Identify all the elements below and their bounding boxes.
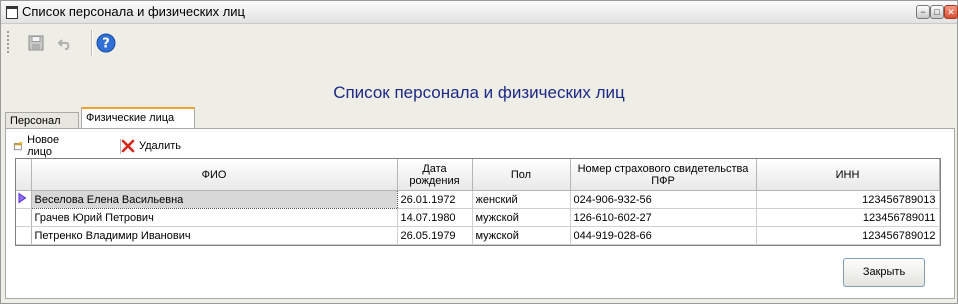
title-bar[interactable]: Список персонала и физических лиц − □ ✕ [1,1,958,24]
cell-dob[interactable]: 26.05.1979 [397,226,473,245]
cell-sex[interactable]: мужской [472,208,571,227]
tab-individuals[interactable]: Физические лица [81,107,195,130]
cell-pfr[interactable]: 044-919-028-66 [570,226,757,245]
window-title: Список персонала и физических лиц [22,4,245,19]
help-button[interactable]: ? [95,32,117,54]
row-header-corner [16,159,32,191]
table-row[interactable]: Грачев Юрий Петрович 14.07.1980 мужской … [16,208,940,227]
new-document-icon [13,141,23,151]
toolbar-separator [91,30,93,56]
individuals-table[interactable]: ФИО Дата рождения Пол Номер страхового с… [15,158,941,246]
delete-label: Удалить [139,140,181,152]
tab-personnel-label: Персонал [10,115,61,127]
cell-fio[interactable]: Грачев Юрий Петрович [31,208,398,227]
cell-inn[interactable]: 123456789013 [756,190,940,209]
cell-pfr[interactable]: 024-906-932-56 [570,190,757,209]
cell-sex[interactable]: женский [472,190,571,209]
row-selector[interactable] [16,226,32,245]
column-header-fio[interactable]: ФИО [31,159,398,191]
cell-fio[interactable]: Петренко Владимир Иванович [31,226,398,245]
row-selector[interactable] [16,190,32,209]
close-window-button[interactable]: ✕ [944,5,958,19]
new-person-label: Новое лицо [27,134,60,158]
cell-inn[interactable]: 123456789012 [756,226,940,245]
tab-personnel[interactable]: Персонал [5,112,79,129]
table-header-row: ФИО Дата рождения Пол Номер страхового с… [16,159,940,191]
delete-x-icon [121,139,135,153]
toolbar-grip[interactable] [7,31,9,55]
table-row[interactable]: Веселова Елена Васильевна 26.01.1972 жен… [16,190,940,209]
window-icon [6,6,18,19]
close-button[interactable]: Закрыть [843,258,925,287]
save-button[interactable] [25,32,47,54]
table-row[interactable]: Петренко Владимир Иванович 26.05.1979 му… [16,226,940,245]
main-window: Список персонала и физических лиц − □ ✕ … [0,0,958,304]
undo-button[interactable] [54,32,76,54]
cell-dob[interactable]: 26.01.1972 [397,190,473,209]
cell-sex[interactable]: мужской [472,226,571,245]
cell-inn[interactable]: 123456789011 [756,208,940,227]
page-title: Список персонала и физических лиц [333,83,625,102]
save-icon [28,35,44,51]
column-header-inn[interactable]: ИНН [756,159,940,191]
column-header-pfr[interactable]: Номер страхового свидетельства ПФР [570,159,757,191]
cell-pfr[interactable]: 126-610-602-27 [570,208,757,227]
maximize-button[interactable]: □ [930,5,944,19]
cell-dob[interactable]: 14.07.1980 [397,208,473,227]
svg-text:?: ? [102,37,110,52]
cell-fio[interactable]: Веселова Елена Васильевна [30,190,398,209]
column-header-sex[interactable]: Пол [472,159,571,191]
current-row-pointer-icon [18,192,27,204]
column-header-dob[interactable]: Дата рождения [397,159,473,191]
tab-individuals-label: Физические лица [86,112,175,124]
help-icon: ? [96,33,116,53]
undo-icon [57,39,70,50]
delete-button[interactable]: Удалить [121,136,181,156]
minimize-button[interactable]: − [916,5,930,19]
new-person-button[interactable]: Новое лицо [13,134,65,158]
row-selector[interactable] [16,208,32,227]
